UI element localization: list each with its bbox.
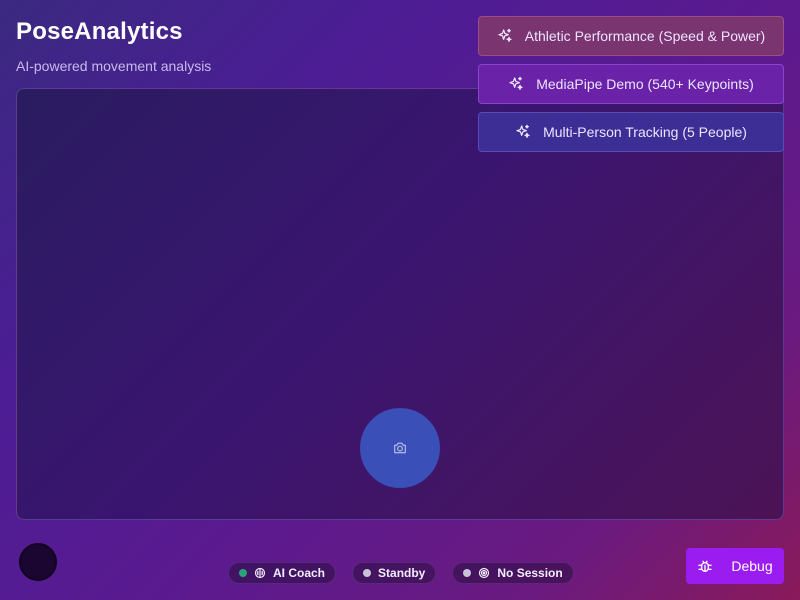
- preset-label: Multi-Person Tracking (5 People): [543, 124, 747, 140]
- preset-label: MediaPipe Demo (540+ Keypoints): [536, 76, 754, 92]
- preset-mediapipe-demo-button[interactable]: MediaPipe Demo (540+ Keypoints): [478, 64, 784, 104]
- preset-athletic-performance-button[interactable]: Athletic Performance (Speed & Power): [478, 16, 784, 56]
- standby-status: Standby: [352, 562, 437, 584]
- debug-button[interactable]: Debug: [686, 548, 784, 584]
- bug-icon: [697, 558, 713, 574]
- camera-icon: [392, 440, 408, 456]
- status-bar: AI Coach Standby No Session: [228, 562, 574, 584]
- app-subtitle: AI-powered movement analysis: [16, 58, 212, 74]
- sparkles-icon: [515, 124, 531, 140]
- app-header: PoseAnalytics AI-powered movement analys…: [16, 18, 211, 74]
- preset-multi-person-tracking-button[interactable]: Multi-Person Tracking (5 People): [478, 112, 784, 152]
- status-dot: [239, 569, 247, 577]
- ai-coach-label: AI Coach: [273, 566, 326, 580]
- ai-coach-status[interactable]: AI Coach: [228, 562, 337, 584]
- sparkles-icon: [497, 28, 513, 44]
- preset-label: Athletic Performance (Speed & Power): [524, 28, 766, 44]
- target-icon: [478, 567, 490, 579]
- session-label: No Session: [497, 566, 563, 580]
- sparkles-icon: [508, 76, 524, 92]
- status-dot: [463, 569, 472, 577]
- debug-label: Debug: [731, 558, 773, 574]
- app-title: PoseAnalytics: [16, 18, 183, 45]
- avatar[interactable]: [19, 543, 57, 581]
- start-camera-button[interactable]: [360, 408, 440, 488]
- brain-icon: [254, 567, 266, 579]
- status-dot: [363, 569, 372, 577]
- session-status: No Session: [452, 562, 574, 584]
- preset-list: Athletic Performance (Speed & Power) Med…: [478, 16, 784, 160]
- standby-label: Standby: [378, 566, 426, 580]
